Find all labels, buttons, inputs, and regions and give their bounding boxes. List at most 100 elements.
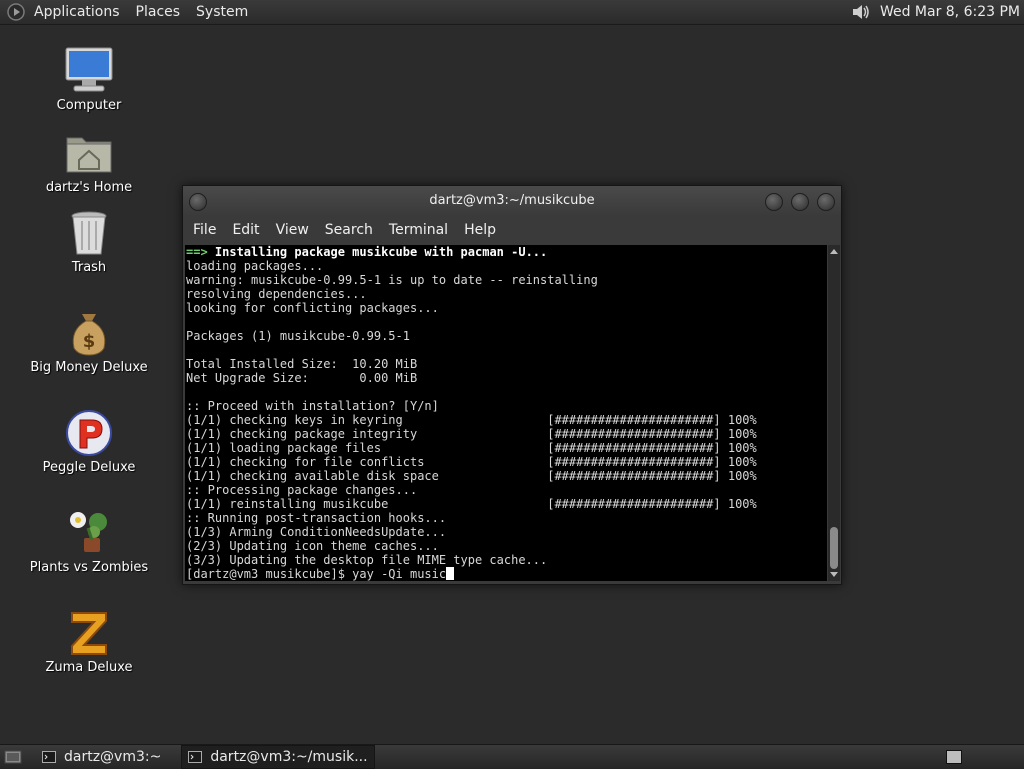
arrow-prefix: ==> bbox=[186, 245, 208, 259]
line-text: Net Upgrade Size: 0.00 MiB bbox=[186, 371, 418, 385]
line-text: Packages (1) musikcube-0.99.5-1 bbox=[186, 329, 410, 343]
terminal-line: (1/1) checking available disk space [###… bbox=[185, 469, 827, 483]
desktop-icon-label: Big Money Deluxe bbox=[30, 360, 148, 375]
menu-help[interactable]: Help bbox=[456, 216, 504, 244]
terminal-line: Packages (1) musikcube-0.99.5-1 bbox=[185, 329, 827, 343]
terminal-line: (3/3) Updating the desktop file MIME typ… bbox=[185, 553, 827, 567]
terminal-line: loading packages... bbox=[185, 259, 827, 273]
zuma-icon bbox=[71, 612, 107, 655]
terminal-output[interactable]: ==> Installing package musikcube with pa… bbox=[185, 245, 827, 581]
places-menu[interactable]: Places bbox=[128, 0, 189, 24]
line-text: (1/1) reinstalling musikcube [##########… bbox=[186, 497, 757, 511]
terminal-line: (1/1) checking package integrity [######… bbox=[185, 427, 827, 441]
line-text: (1/1) checking package integrity [######… bbox=[186, 427, 757, 441]
line-text: (1/1) checking available disk space [###… bbox=[186, 469, 757, 483]
terminal-line: :: Proceed with installation? [Y/n] bbox=[185, 399, 827, 413]
desktop-icon-trash[interactable]: Trash bbox=[14, 208, 164, 275]
taskbar-item-terminal-home[interactable]: dartz@vm3:~ bbox=[36, 746, 167, 768]
terminal-line: (1/3) Arming ConditionNeedsUpdate... bbox=[185, 525, 827, 539]
terminal-line: Total Installed Size: 10.20 MiB bbox=[185, 357, 827, 371]
maximize-button[interactable] bbox=[791, 193, 809, 211]
home-folder-icon bbox=[66, 137, 112, 173]
line-text: (1/1) loading package files [###########… bbox=[186, 441, 757, 455]
terminal-line: (1/1) loading package files [###########… bbox=[185, 441, 827, 455]
taskbar-item-terminal-musikcube[interactable]: dartz@vm3:~/musik... bbox=[181, 745, 375, 769]
desktop-icon-label: Trash bbox=[71, 260, 107, 275]
desktop-icon-label: Peggle Deluxe bbox=[42, 460, 136, 475]
scroll-up-arrow[interactable] bbox=[830, 249, 838, 254]
window-title: dartz@vm3:~/musikcube bbox=[429, 193, 595, 208]
minimize-button[interactable] bbox=[765, 193, 783, 211]
desktop-icon-home[interactable]: dartz's Home bbox=[14, 128, 164, 195]
terminal-line: ==> Installing package musikcube with pa… bbox=[185, 245, 827, 259]
window-titlebar[interactable]: dartz@vm3:~/musikcube bbox=[183, 186, 841, 216]
clock[interactable]: Wed Mar 8, 6:23 PM bbox=[880, 4, 1024, 20]
menu-view[interactable]: View bbox=[268, 216, 317, 244]
menu-edit[interactable]: Edit bbox=[224, 216, 267, 244]
terminal-line: resolving dependencies... bbox=[185, 287, 827, 301]
terminal-line: warning: musikcube-0.99.5-1 is up to dat… bbox=[185, 273, 827, 287]
gnome-foot-icon[interactable] bbox=[6, 2, 26, 22]
speaker-icon[interactable] bbox=[850, 2, 872, 22]
terminal-line: (2/3) Updating icon theme caches... bbox=[185, 539, 827, 553]
money-bag-icon: $ bbox=[72, 314, 106, 356]
applications-menu[interactable]: Applications bbox=[26, 0, 128, 24]
trash-icon bbox=[71, 211, 107, 255]
desktop-icon-big-money[interactable]: $ Big Money Deluxe bbox=[14, 308, 164, 375]
window-menu-button[interactable] bbox=[189, 193, 207, 211]
peggle-icon bbox=[66, 410, 112, 456]
menu-search[interactable]: Search bbox=[317, 216, 381, 244]
close-button[interactable] bbox=[817, 193, 835, 211]
bottom-panel: dartz@vm3:~ dartz@vm3:~/musik... bbox=[0, 744, 1024, 769]
line-text: (1/3) Arming ConditionNeedsUpdate... bbox=[186, 525, 447, 539]
line-text: :: Running post-transaction hooks... bbox=[186, 511, 447, 525]
terminal-scrollbar[interactable] bbox=[828, 245, 840, 581]
desktop-icon-peggle[interactable]: Peggle Deluxe bbox=[14, 408, 164, 475]
line-text: (1/1) checking for file conflicts [#####… bbox=[186, 455, 757, 469]
desktop-icon-label: Plants vs Zombies bbox=[29, 560, 149, 575]
terminal-line: :: Processing package changes... bbox=[185, 483, 827, 497]
terminal-menubar: File Edit View Search Terminal Help bbox=[183, 216, 841, 244]
line-text: :: Processing package changes... bbox=[186, 483, 418, 497]
line-text: Installing package musikcube with pacman… bbox=[207, 245, 548, 259]
line-text: (2/3) Updating icon theme caches... bbox=[186, 539, 439, 553]
desktop-icon-plants-vs-zombies[interactable]: Plants vs Zombies bbox=[14, 508, 164, 575]
menu-file[interactable]: File bbox=[185, 216, 224, 244]
text-cursor bbox=[446, 567, 455, 580]
terminal-line: (1/1) checking for file conflicts [#####… bbox=[185, 455, 827, 469]
shell-prompt: [dartz@vm3 musikcube]$ yay -Qi music bbox=[186, 567, 447, 581]
workspace-switcher[interactable] bbox=[946, 750, 962, 764]
line-text: loading packages... bbox=[186, 259, 324, 273]
line-text: looking for conflicting packages... bbox=[186, 301, 439, 315]
desktop-icon-label: Zuma Deluxe bbox=[45, 660, 133, 675]
desktop-icon-computer[interactable]: Computer bbox=[14, 46, 164, 113]
computer-icon bbox=[65, 47, 113, 92]
menu-terminal[interactable]: Terminal bbox=[381, 216, 456, 244]
terminal-line: (1/1) reinstalling musikcube [##########… bbox=[185, 497, 827, 511]
scroll-thumb[interactable] bbox=[830, 527, 838, 569]
terminal-line: :: Running post-transaction hooks... bbox=[185, 511, 827, 525]
desktop-icon-zuma[interactable]: Zuma Deluxe bbox=[14, 608, 164, 675]
desktop-icon-label: Computer bbox=[56, 98, 122, 113]
system-tray: Wed Mar 8, 6:23 PM bbox=[850, 0, 1024, 24]
system-menu[interactable]: System bbox=[188, 0, 256, 24]
scroll-down-arrow[interactable] bbox=[830, 572, 838, 577]
terminal-line: Net Upgrade Size: 0.00 MiB bbox=[185, 371, 827, 385]
desktop-icon-label: dartz's Home bbox=[45, 180, 133, 195]
line-text: warning: musikcube-0.99.5-1 is up to dat… bbox=[186, 273, 598, 287]
line-text: :: Proceed with installation? [Y/n] bbox=[186, 399, 439, 413]
line-text: (1/1) checking keys in keyring [########… bbox=[186, 413, 757, 427]
svg-text:$: $ bbox=[83, 331, 96, 352]
top-panel: Applications Places System Wed Mar 8, 6:… bbox=[0, 0, 1024, 25]
terminal-icon bbox=[42, 751, 56, 763]
terminal-line: (1/1) checking keys in keyring [########… bbox=[185, 413, 827, 427]
taskbar-item-label: dartz@vm3:~ bbox=[64, 749, 162, 765]
line-text: resolving dependencies... bbox=[186, 287, 367, 301]
line-text: Total Installed Size: 10.20 MiB bbox=[186, 357, 418, 371]
terminal-window[interactable]: dartz@vm3:~/musikcube File Edit View Search… bbox=[182, 185, 842, 585]
show-desktop-icon[interactable] bbox=[4, 749, 22, 765]
terminal-line: looking for conflicting packages... bbox=[185, 301, 827, 315]
